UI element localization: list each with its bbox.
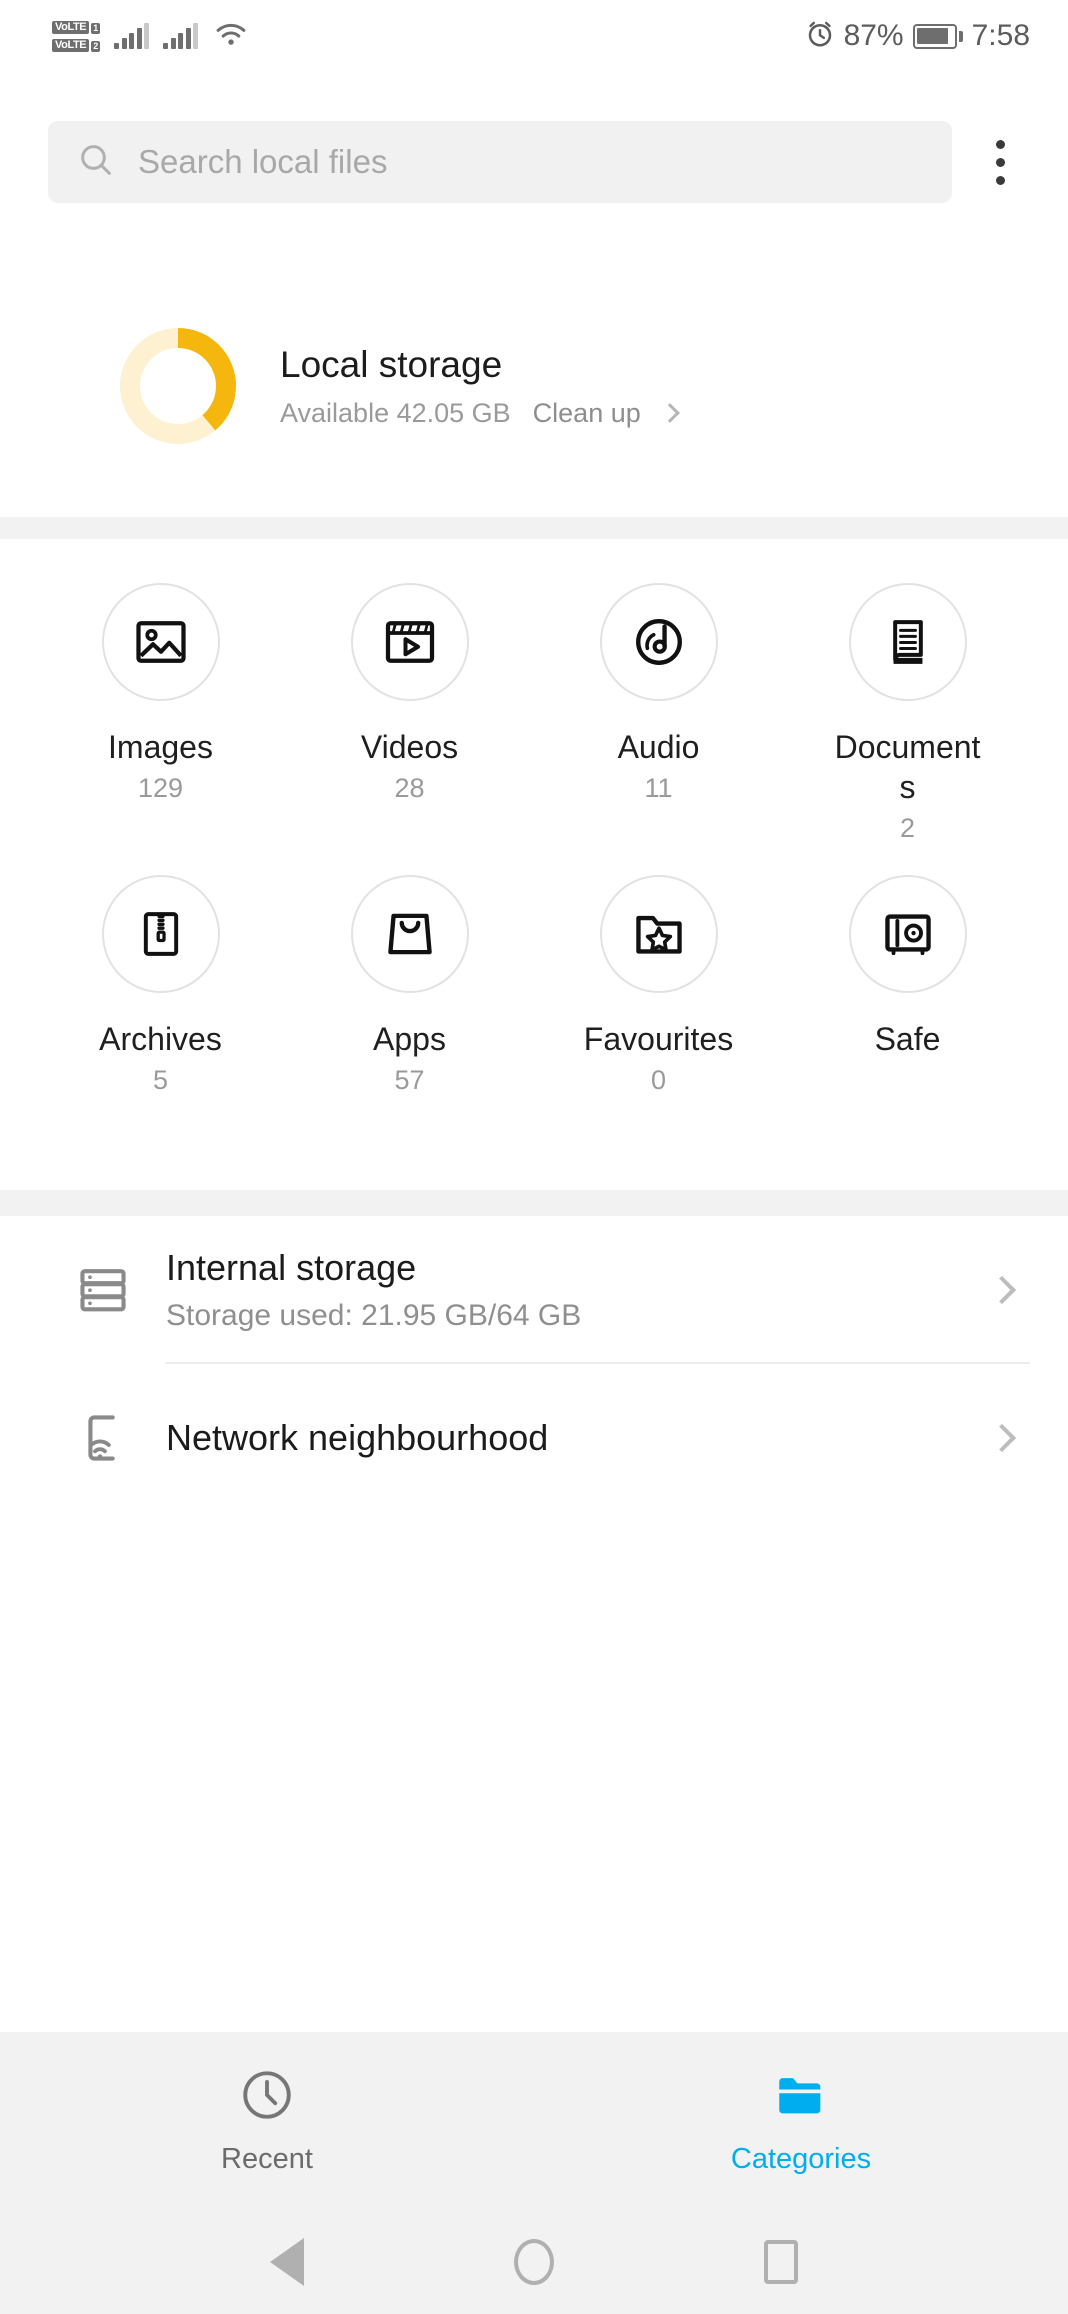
back-triangle-icon[interactable] — [270, 2238, 304, 2286]
category-favourites[interactable]: Favourites 0 — [534, 875, 783, 1167]
category-label: Images — [108, 729, 213, 765]
safe-vault-icon — [848, 875, 967, 993]
signal-bars-icon — [114, 23, 150, 49]
search-placeholder: Search local files — [138, 143, 388, 180]
tab-label: Recent — [221, 2143, 313, 2175]
category-audio[interactable]: Audio 11 — [534, 583, 783, 875]
search-icon — [76, 140, 116, 185]
category-videos[interactable]: Videos 28 — [285, 583, 534, 875]
volte-sim1: VoLTE 1 — [52, 20, 101, 34]
local-storage-title: Local storage — [280, 343, 503, 385]
chevron-right-icon — [659, 403, 680, 423]
file-manager-screen: VoLTE 1 VoLTE 2 87% 7:58 Search local fi… — [0, 0, 1068, 2314]
category-apps[interactable]: Apps 57 — [285, 875, 534, 1167]
search-row: Search local files — [0, 118, 1068, 206]
search-input[interactable]: Search local files — [48, 121, 952, 203]
category-label: Documents — [834, 729, 981, 805]
folder-icon — [772, 2066, 830, 2129]
chevron-right-icon — [987, 1423, 1017, 1453]
category-images[interactable]: Images 129 — [36, 583, 285, 875]
list-item-network-neighbourhood[interactable]: Network neighbourhood — [0, 1364, 1068, 1512]
list-item-text: Network neighbourhood — [166, 1417, 992, 1459]
list-item-text: Internal storage Storage used: 21.95 GB/… — [166, 1247, 992, 1333]
battery-percent-label: 87% — [843, 19, 904, 52]
list-item-title: Internal storage — [166, 1247, 417, 1288]
list-item-title: Network neighbourhood — [166, 1417, 549, 1458]
alarm-clock-icon — [805, 19, 835, 54]
category-label: Archives — [99, 1021, 222, 1057]
android-navigation-bar — [0, 2210, 1068, 2314]
volte-indicators: VoLTE 1 VoLTE 2 — [52, 20, 101, 52]
signal-bars-icon-2 — [163, 23, 199, 49]
category-grid: Images 129 Videos 28 Audio 11 Documents … — [0, 539, 1068, 1190]
volte-sim-number: 2 — [91, 40, 101, 52]
volte-label: VoLTE — [52, 20, 90, 34]
clock-label: 7:58 — [971, 19, 1030, 52]
chevron-right-icon — [987, 1275, 1017, 1305]
status-bar-left: VoLTE 1 VoLTE 2 — [52, 19, 250, 54]
list-item-internal-storage[interactable]: Internal storage Storage used: 21.95 GB/… — [0, 1216, 1068, 1364]
video-clapperboard-icon — [350, 583, 469, 701]
available-space-label: Available 42.05 GB — [280, 397, 511, 428]
category-count: 28 — [394, 773, 425, 803]
category-label: Audio — [617, 729, 700, 765]
status-bar: VoLTE 1 VoLTE 2 87% 7:58 — [0, 0, 1068, 72]
status-bar-right: 87% 7:58 — [805, 19, 1030, 54]
bottom-tab-bar: Recent Categories — [0, 2032, 1068, 2210]
local-storage-subtitle-row: Available 42.05 GB Clean up — [280, 397, 680, 429]
more-vertical-icon[interactable] — [960, 139, 1040, 185]
category-count: 5 — [152, 1065, 169, 1095]
category-count: 57 — [394, 1065, 425, 1095]
recents-square-icon[interactable] — [764, 2240, 798, 2284]
tab-categories[interactable]: Categories — [534, 2066, 1068, 2176]
wifi-icon — [212, 19, 250, 54]
home-circle-icon[interactable] — [514, 2239, 554, 2285]
local-storage-card[interactable]: Local storage Available 42.05 GB Clean u… — [0, 255, 1068, 517]
volte-label: VoLTE — [52, 38, 90, 52]
category-count: 0 — [650, 1065, 667, 1095]
list-item-subtitle: Storage used: 21.95 GB/64 GB — [166, 1299, 582, 1332]
folder-star-icon — [599, 875, 718, 993]
storage-usage-ring — [120, 328, 236, 444]
tab-label: Categories — [730, 2143, 872, 2175]
category-count: 129 — [137, 773, 184, 803]
local-storage-texts: Local storage Available 42.05 GB Clean u… — [280, 343, 680, 429]
shopping-bag-icon — [350, 875, 469, 993]
category-label: Favourites — [583, 1021, 734, 1057]
category-label: Videos — [360, 729, 459, 765]
category-count: 11 — [644, 773, 673, 803]
clock-icon — [238, 2066, 296, 2129]
category-archives[interactable]: Archives 5 — [36, 875, 285, 1167]
image-icon — [101, 583, 220, 701]
audio-disc-icon — [599, 583, 718, 701]
zip-archive-icon — [101, 875, 220, 993]
category-documents[interactable]: Documents 2 — [783, 583, 1032, 875]
section-divider-2 — [0, 1190, 1068, 1216]
internal-storage-icon — [40, 1261, 166, 1319]
network-phone-wifi-icon — [40, 1409, 166, 1467]
category-safe[interactable]: Safe — [783, 875, 1032, 1167]
battery-icon — [912, 23, 963, 49]
document-icon — [848, 583, 967, 701]
category-label: Apps — [373, 1021, 446, 1057]
tab-recent[interactable]: Recent — [0, 2066, 534, 2176]
section-divider-1 — [0, 517, 1068, 539]
category-count: 2 — [899, 813, 916, 843]
volte-sim2: VoLTE 2 — [52, 38, 101, 52]
storage-list: Internal storage Storage used: 21.95 GB/… — [0, 1216, 1068, 1512]
clean-up-button[interactable]: Clean up — [533, 398, 641, 429]
category-label: Safe — [874, 1021, 941, 1057]
volte-sim-number: 1 — [91, 22, 101, 34]
